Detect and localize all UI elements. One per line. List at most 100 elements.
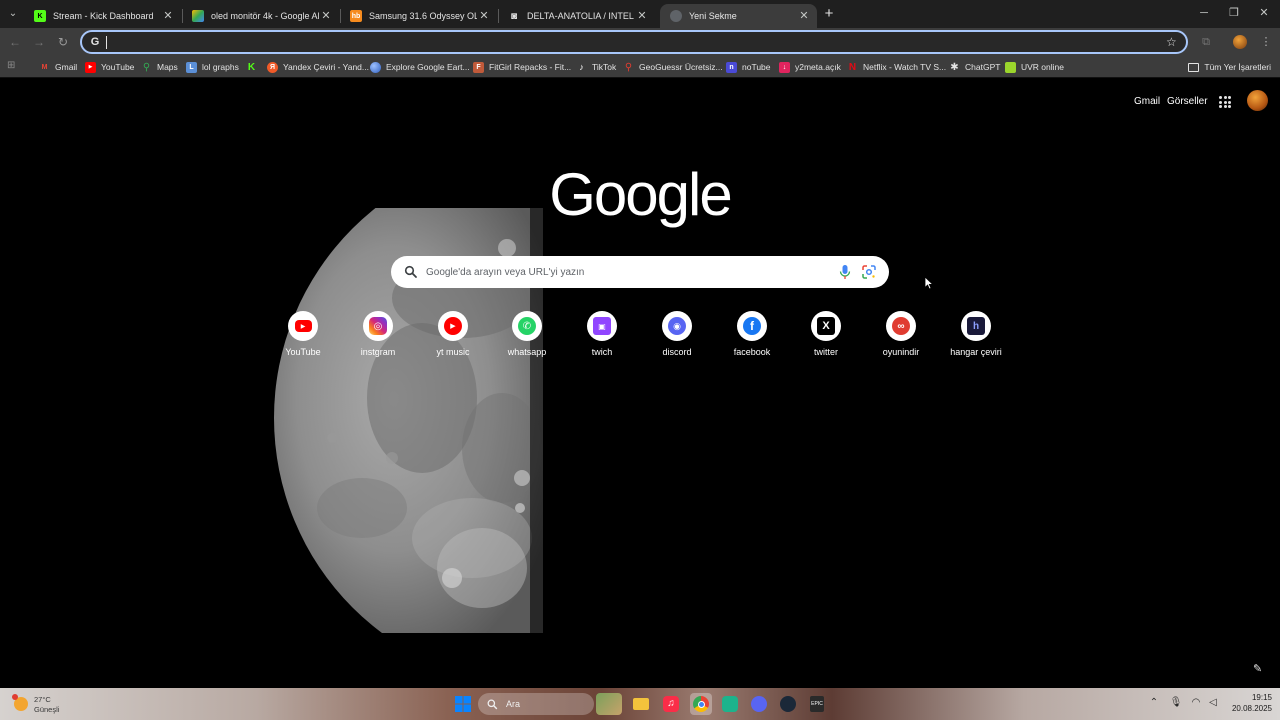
bookmark-tiktok[interactable]: ♪ TikTok	[576, 59, 616, 75]
reload-icon[interactable]: ↻	[55, 34, 71, 50]
close-icon[interactable]: ✕	[161, 9, 175, 23]
bookmark-uvr-online[interactable]: UVR online	[1005, 59, 1064, 75]
customize-pencil-icon[interactable]: ✎	[1253, 662, 1265, 675]
steam-icon[interactable]	[777, 693, 799, 715]
tab-google-shopping[interactable]: oled monitör 4k - Google Alışv... ✕	[182, 4, 339, 28]
tab-title: oled monitör 4k - Google Alışv...	[211, 11, 319, 21]
shortcut-label: whatsapp	[507, 347, 547, 357]
shortcut-label: discord	[662, 347, 692, 357]
minimize-icon[interactable]: ─	[1197, 6, 1211, 20]
bookmark-youtube[interactable]: ▶ YouTube	[85, 59, 134, 75]
game-bar-icon[interactable]	[719, 693, 741, 715]
shortcut-icon-circle: ▶	[438, 311, 468, 341]
bookmark-chatgpt[interactable]: ✱ ChatGPT	[949, 59, 1000, 75]
bookmark-notube[interactable]: n noTube	[726, 59, 771, 75]
omnibox-input[interactable]	[104, 33, 1144, 51]
profile-avatar[interactable]	[1233, 35, 1247, 49]
taskbar-search[interactable]: Ara	[478, 693, 594, 715]
search-icon	[404, 265, 417, 278]
images-link[interactable]: Görseller	[1167, 96, 1208, 107]
shortcut-youtube[interactable]: ▶ YouTube	[266, 308, 340, 368]
tab-search-chevron-icon[interactable]: ⌄	[4, 5, 22, 23]
new-tab-plus-icon[interactable]: +	[821, 6, 837, 22]
widgets-image-icon[interactable]	[596, 693, 622, 715]
shortcut-whatsapp[interactable]: ✆ whatsapp	[490, 308, 564, 368]
google-g-icon: G	[90, 36, 100, 48]
youtube-icon: ▶	[85, 61, 96, 73]
geoguessr-icon: ⚲	[624, 61, 633, 73]
bookmark-star-icon[interactable]: ☆	[1166, 34, 1180, 50]
shortcut-yt-music[interactable]: ▶ yt music	[416, 308, 490, 368]
tray-chevron-up-icon[interactable]: ⌃	[1147, 696, 1161, 710]
bookmark-label: y2meta.açık	[795, 62, 841, 72]
search-input[interactable]	[426, 262, 826, 282]
close-icon[interactable]: ✕	[797, 9, 811, 23]
bookmark-yandex-ceviri[interactable]: Я Yandex Çeviri - Yand...	[267, 59, 369, 75]
extensions-icon[interactable]: ⧉	[1198, 34, 1214, 50]
bookmark-netflix[interactable]: N Netflix - Watch TV S...	[847, 59, 946, 75]
windows-start-icon[interactable]	[452, 693, 474, 715]
tab-new-tab[interactable]: Yeni Sekme ✕	[660, 4, 817, 28]
windows-taskbar: 27°C Güneşli Ara ♫ EPIC ⌃ 🎙 ◠ ◁ 19:15 20…	[0, 688, 1280, 720]
all-bookmarks-button[interactable]: Tüm Yer İşaretleri	[1188, 59, 1271, 75]
bookmark-geoguessr[interactable]: ⚲ GeoGuessr Ücretsiz...	[623, 59, 723, 75]
chatgpt-icon: ✱	[950, 61, 959, 73]
microphone-tray-icon[interactable]: 🎙	[1169, 696, 1183, 710]
bookmark-maps[interactable]: ⚲ Maps	[141, 59, 178, 75]
shortcut-facebook[interactable]: f facebook	[715, 308, 789, 368]
shortcut-twitter[interactable]: X twitter	[789, 308, 863, 368]
weather-widget[interactable]: 27°C Güneşli	[12, 693, 72, 715]
tab-title: Samsung 31.6 Odyssey OLED G...	[369, 11, 477, 21]
bookmark-lol-graphs[interactable]: L lol graphs	[186, 59, 239, 75]
apple-music-icon[interactable]: ♫	[660, 693, 682, 715]
shortcut-twich[interactable]: ▣ twich	[565, 308, 639, 368]
google-apps-grid-icon[interactable]	[1219, 96, 1231, 108]
shortcut-instgram[interactable]: ◎ instgram	[341, 308, 415, 368]
search-box[interactable]	[391, 256, 889, 288]
close-icon[interactable]: ✕	[635, 9, 649, 23]
gmail-link[interactable]: Gmail	[1134, 96, 1160, 107]
kick-icon: K	[34, 10, 46, 22]
bookmark-kick[interactable]: K	[246, 59, 262, 75]
microphone-icon[interactable]	[838, 264, 852, 280]
tab-title: DELTA-ANATOLIA / INTEL Core ...	[527, 11, 635, 21]
close-icon[interactable]: ✕	[477, 9, 491, 23]
address-bar[interactable]: G ☆	[80, 30, 1188, 54]
forward-arrow-icon[interactable]: →	[31, 34, 47, 50]
clock[interactable]: 19:15 20.08.2025	[1226, 692, 1272, 714]
maps-icon: ⚲	[142, 61, 151, 73]
shortcut-label: twich	[591, 347, 613, 357]
discord-taskbar-icon[interactable]	[748, 693, 770, 715]
shortcut-oyunindir[interactable]: ∞ oyunindir	[864, 308, 938, 368]
apps-grid-icon[interactable]: ⊞	[7, 60, 19, 72]
account-avatar[interactable]	[1247, 90, 1268, 111]
bookmark-google-earth[interactable]: Explore Google Eart...	[370, 59, 470, 75]
file-explorer-icon[interactable]	[630, 693, 652, 715]
tab-strip: ⌄ K Stream - Kick Dashboard ✕ oled monit…	[0, 0, 1280, 28]
bookmark-y2meta[interactable]: ↓ y2meta.açık	[779, 59, 841, 75]
chrome-taskbar-icon[interactable]	[690, 693, 712, 715]
new-tab-page: Gmail Görseller Google ▶ YouTube	[0, 79, 1280, 688]
volume-icon[interactable]: ◁	[1206, 696, 1220, 710]
bookmark-label: noTube	[742, 62, 771, 72]
restore-icon[interactable]: ❐	[1227, 6, 1241, 20]
shortcut-icon-circle: ▶	[288, 311, 318, 341]
window-close-icon[interactable]: ✕	[1257, 6, 1271, 20]
tab-kick-dashboard[interactable]: K Stream - Kick Dashboard ✕	[24, 4, 181, 28]
shortcut-icon-circle: h	[961, 311, 991, 341]
weather-temperature: 27°C	[34, 695, 51, 704]
menu-kebab-icon[interactable]: ⋮	[1258, 34, 1274, 50]
back-arrow-icon[interactable]: ←	[7, 34, 23, 50]
epic-games-icon[interactable]: EPIC	[806, 693, 828, 715]
wifi-icon[interactable]: ◠	[1189, 696, 1203, 710]
close-icon[interactable]: ✕	[319, 9, 333, 23]
google-lens-icon[interactable]	[861, 264, 877, 280]
bookmark-label: Yandex Çeviri - Yand...	[283, 62, 369, 72]
bookmark-fitgirl[interactable]: F FitGirl Repacks - Fit...	[473, 59, 571, 75]
tab-delta-anatolia[interactable]: ◙ DELTA-ANATOLIA / INTEL Core ... ✕	[498, 4, 655, 28]
tab-samsung-odyssey[interactable]: hb Samsung 31.6 Odyssey OLED G... ✕	[340, 4, 497, 28]
whatsapp-icon: ✆	[518, 317, 536, 335]
shortcut-hangar-ceviri[interactable]: h hangar çeviri	[939, 308, 1013, 368]
bookmark-gmail[interactable]: M Gmail	[39, 59, 78, 75]
shortcut-discord[interactable]: ◉ discord	[640, 308, 714, 368]
